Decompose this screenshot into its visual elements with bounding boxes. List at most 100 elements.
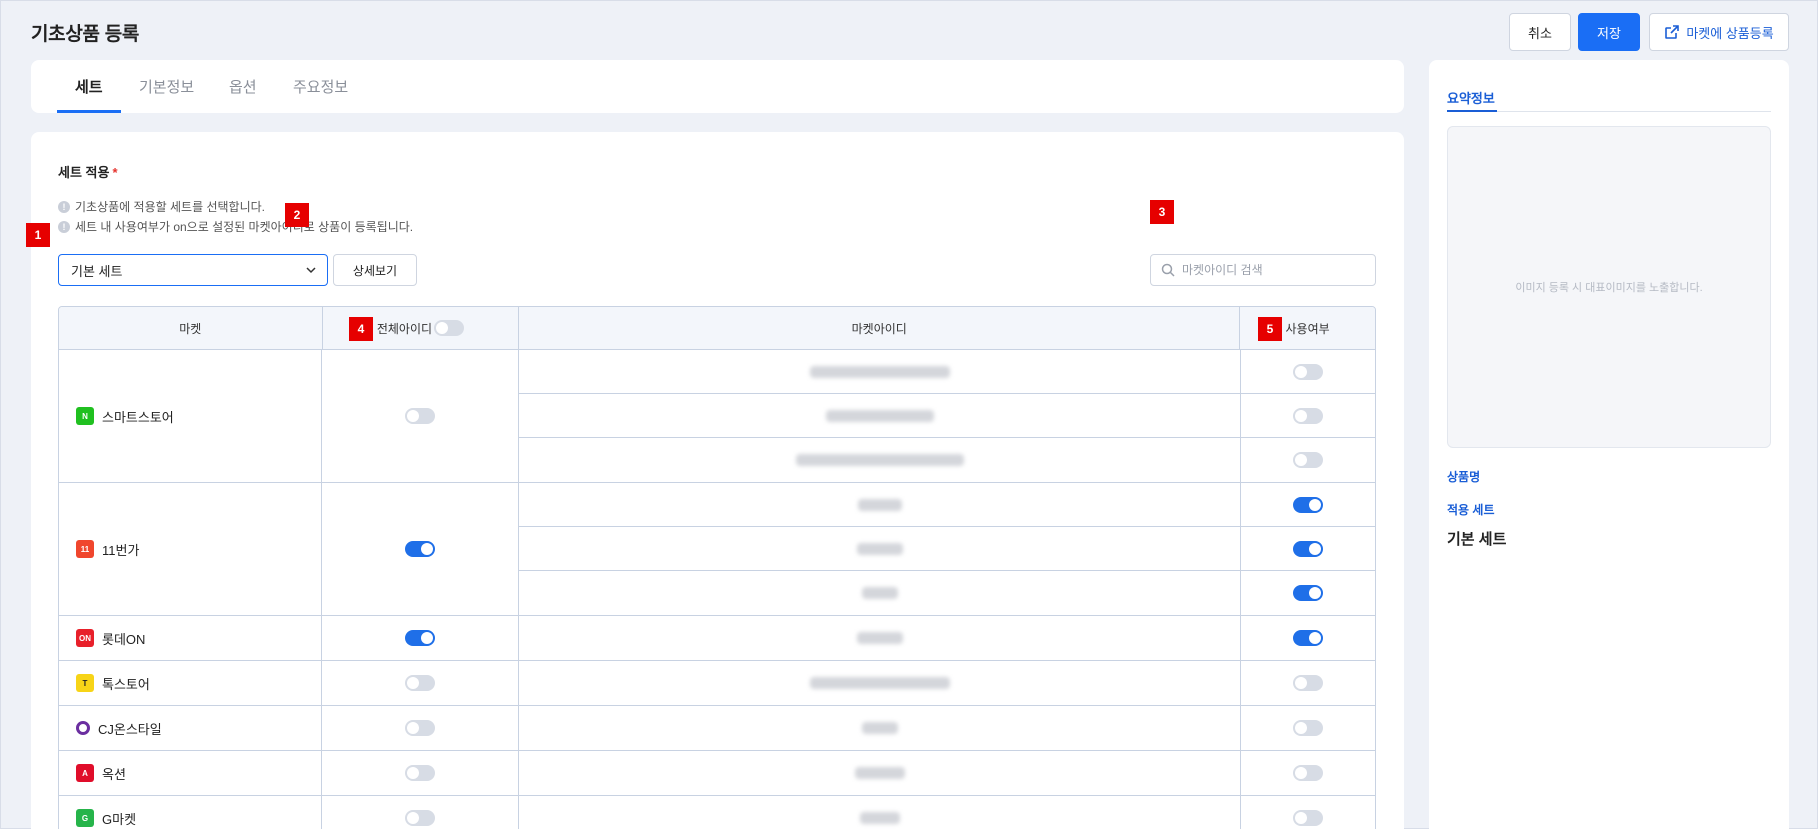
market-id-cell	[519, 394, 1241, 437]
market-cell: CJ온스타일	[59, 706, 323, 750]
info-line-2: ! 세트 내 사용여부가 on으로 설정된 마켓아이디로 상품이 등록됩니다.	[58, 218, 413, 235]
table-row: 11 11번가	[59, 483, 1375, 616]
use-toggle[interactable]	[1293, 630, 1323, 646]
masked-market-id	[857, 498, 902, 511]
market-table: 마켓 전체아이디 마켓아이디 사용여부 N 스마트스토어 11 11번가 ON 롯데ON T…	[58, 306, 1376, 829]
all-ids-cell	[322, 350, 519, 482]
set-select[interactable]: 기본 세트	[58, 254, 328, 286]
use-cell	[1241, 527, 1375, 570]
use-cell	[1241, 706, 1375, 750]
market-id-cell	[519, 751, 1241, 795]
masked-market-id	[856, 632, 903, 644]
all-ids-toggle[interactable]	[405, 810, 436, 826]
tab-set[interactable]: 세트	[75, 60, 103, 113]
market-name: G마켓	[102, 811, 137, 827]
all-ids-toggle[interactable]	[405, 541, 436, 557]
summary-tab-indicator	[1447, 110, 1497, 112]
market-id-row	[519, 527, 1375, 571]
use-toggle[interactable]	[1293, 407, 1323, 424]
use-cell	[1241, 394, 1375, 437]
applied-set-label: 적용 세트	[1447, 503, 1495, 517]
use-toggle[interactable]	[1293, 585, 1323, 601]
product-name-label: 상품명	[1447, 470, 1481, 484]
tab-options[interactable]: 옵션	[229, 60, 257, 113]
market-id-row	[519, 796, 1375, 829]
market-id-cell	[519, 527, 1241, 570]
all-ids-cell	[322, 751, 519, 795]
use-toggle[interactable]	[1293, 452, 1323, 468]
all-ids-toggle[interactable]	[405, 630, 436, 646]
use-toggle[interactable]	[1293, 810, 1323, 826]
market-logo-icon: 11	[76, 540, 94, 558]
use-toggle[interactable]	[1293, 675, 1323, 691]
summary-tab[interactable]: 요약정보	[1447, 88, 1495, 107]
all-ids-toggle[interactable]	[405, 765, 436, 781]
tab-active-indicator	[57, 110, 121, 113]
market-id-cell	[519, 571, 1241, 615]
search-input[interactable]	[1182, 263, 1362, 277]
save-button[interactable]: 저장	[1578, 13, 1640, 51]
use-toggle[interactable]	[1293, 540, 1323, 557]
market-id-cell	[519, 616, 1241, 660]
use-cell	[1241, 483, 1375, 526]
use-cell	[1241, 661, 1375, 705]
section-title-text: 세트 적용	[58, 165, 110, 180]
market-id-row	[519, 483, 1375, 527]
market-register-label: 마켓에 상품등록	[1686, 25, 1774, 41]
info-line-1: ! 기초상품에 적용할 세트를 선택합니다.	[58, 198, 265, 215]
header-market: 마켓	[59, 307, 323, 349]
annotation-badge-4: 4	[349, 317, 373, 341]
table-row: G G마켓	[59, 796, 1375, 829]
use-toggle[interactable]	[1293, 765, 1323, 781]
market-name: 스마트스토어	[102, 409, 174, 425]
market-name: 옥션	[102, 766, 126, 782]
market-logo-icon: A	[76, 764, 94, 782]
market-id-search	[1150, 254, 1376, 286]
market-cell: 11 11번가	[59, 483, 323, 615]
table-row: ON 롯데ON	[59, 616, 1375, 661]
all-ids-cell	[322, 616, 519, 660]
market-id-rows	[519, 616, 1375, 660]
all-ids-toggle[interactable]	[405, 408, 436, 424]
all-ids-cell	[322, 661, 519, 705]
market-cell: G G마켓	[59, 796, 323, 829]
market-id-row	[519, 616, 1375, 660]
use-toggle[interactable]	[1293, 720, 1323, 736]
table-header: 마켓 전체아이디 마켓아이디 사용여부	[59, 307, 1375, 350]
use-toggle[interactable]	[1293, 363, 1323, 380]
market-id-cell	[519, 796, 1241, 829]
annotation-badge-3: 3	[1150, 200, 1174, 224]
search-icon	[1161, 263, 1175, 277]
tab-main-info[interactable]: 주요정보	[293, 60, 348, 113]
tabs-bar: 세트 기본정보 옵션 주요정보	[31, 60, 1404, 113]
market-register-button[interactable]: 마켓에 상품등록	[1649, 13, 1789, 51]
market-cell: N 스마트스토어	[59, 350, 323, 482]
info-icon: !	[58, 200, 70, 213]
use-cell	[1241, 571, 1375, 615]
market-name: 11번가	[102, 542, 140, 558]
market-name: CJ온스타일	[98, 721, 162, 737]
use-cell	[1241, 796, 1375, 829]
page-title: 기초상품 등록	[31, 24, 140, 45]
market-id-cell	[519, 706, 1241, 750]
all-ids-cell	[322, 706, 519, 750]
use-toggle[interactable]	[1293, 496, 1323, 513]
market-name: 톡스토어	[102, 676, 150, 692]
detail-view-button[interactable]: 상세보기	[333, 254, 417, 286]
market-logo-icon: G	[76, 809, 94, 827]
tab-basic-info[interactable]: 기본정보	[139, 60, 194, 113]
market-id-rows	[519, 796, 1375, 829]
all-ids-toggle[interactable]	[405, 720, 436, 736]
table-row: N 스마트스토어	[59, 350, 1375, 483]
table-row: T 톡스토어	[59, 661, 1375, 706]
all-ids-header-toggle[interactable]	[434, 320, 465, 336]
info-text-1: 기초상품에 적용할 세트를 선택합니다.	[75, 200, 265, 214]
market-logo-icon: N	[76, 407, 94, 425]
cancel-button[interactable]: 취소	[1509, 13, 1571, 51]
market-cell: A 옥션	[59, 751, 323, 795]
masked-market-id	[825, 409, 934, 422]
market-id-cell	[519, 483, 1241, 526]
market-id-row	[519, 394, 1375, 438]
use-cell	[1241, 616, 1375, 660]
all-ids-toggle[interactable]	[405, 675, 436, 691]
